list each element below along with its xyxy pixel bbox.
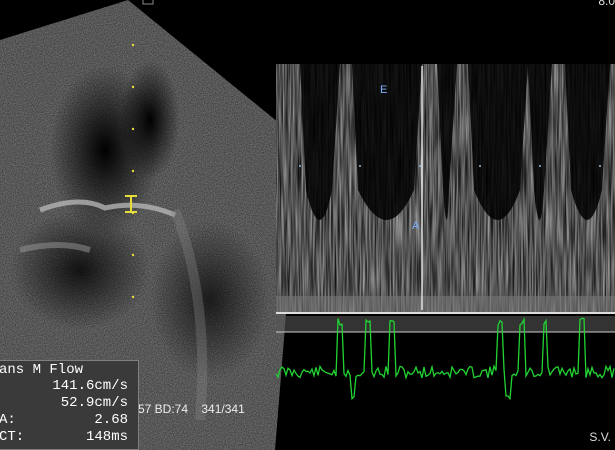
time-tick [479, 165, 481, 167]
doppler-spectrum [276, 64, 615, 333]
a-wave-marker: A [412, 220, 420, 232]
bottom-right-label: S.V. [589, 430, 611, 444]
measurement-label: A: [0, 412, 16, 428]
time-tick [539, 165, 541, 167]
depth-dot [131, 43, 135, 47]
measurement-value: 141.6cm/s [52, 378, 128, 394]
depth-dot [131, 169, 135, 173]
measurement-panel: ans M Flow 141.6cm/s 52.9cm/s A: 2.68 CT… [0, 360, 139, 450]
depth-dot [131, 253, 135, 257]
time-tick [299, 165, 301, 167]
depth-dot [131, 85, 135, 89]
measurement-label: CT: [0, 429, 25, 445]
measurement-title: ans M Flow [0, 362, 84, 378]
measurement-value: 148ms [85, 429, 128, 445]
bottom-info-readout: 57 BD:74 341/341 [138, 402, 245, 416]
measurement-value: 2.68 [94, 412, 128, 428]
measurement-value: 52.9cm/s [60, 395, 128, 411]
depth-dot [131, 127, 135, 131]
time-tick [359, 165, 361, 167]
time-tick [419, 165, 421, 167]
time-tick [599, 165, 601, 167]
probe-marker-icon [142, 0, 154, 5]
depth-dot [131, 295, 135, 299]
ultrasound-screen: 8.0 E A 57 BD:74 341/341 S.V. ans M Flow… [0, 0, 615, 450]
top-right-value: 8.0 [598, 0, 615, 8]
e-wave-marker: E [380, 84, 388, 96]
